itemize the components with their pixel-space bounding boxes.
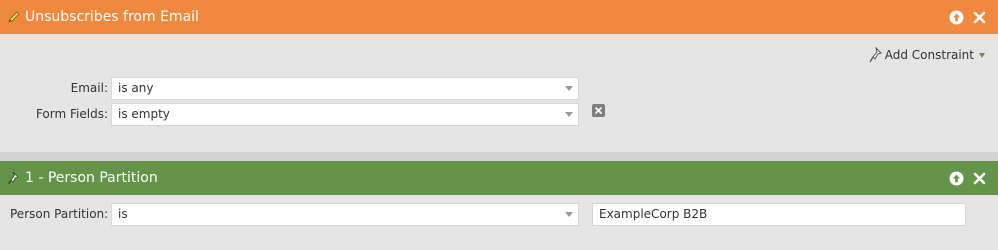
filter-title: Unsubscribes from Email <box>25 9 199 25</box>
person-partition-operator-select[interactable]: is <box>111 203 579 226</box>
close-icon[interactable] <box>971 9 987 25</box>
email-operator-value: is any <box>118 81 154 95</box>
chevron-down-icon <box>565 112 573 117</box>
filter-title: 1 - Person Partition <box>25 170 158 186</box>
email-operator-select[interactable]: is any <box>111 77 579 100</box>
remove-constraint-icon[interactable] <box>592 104 605 117</box>
person-partition-label: Person Partition: <box>10 207 109 221</box>
form-fields-operator-value: is empty <box>118 107 170 121</box>
person-partition-value-text: ExampleCorp B2B <box>599 207 708 221</box>
person-partition-operator-value: is <box>118 207 128 221</box>
filter-header-unsubscribes: Unsubscribes from Email <box>0 0 998 34</box>
person-partition-value-input[interactable]: ExampleCorp B2B <box>592 203 966 226</box>
pencil-icon <box>7 10 21 24</box>
add-constraint-button[interactable]: Add Constraint <box>869 47 985 63</box>
form-fields-operator-select[interactable]: is empty <box>111 103 579 126</box>
pin-icon <box>7 171 21 185</box>
move-up-icon[interactable] <box>948 170 964 186</box>
chevron-down-icon <box>979 52 985 58</box>
chevron-down-icon <box>565 86 573 91</box>
pin-icon <box>869 47 883 63</box>
filter-header-person-partition: 1 - Person Partition <box>0 161 998 195</box>
panel-divider <box>0 152 998 161</box>
close-icon[interactable] <box>971 170 987 186</box>
add-constraint-label: Add Constraint <box>884 48 974 62</box>
chevron-down-icon <box>565 212 573 217</box>
email-label: Email: <box>70 81 108 95</box>
form-fields-label: Form Fields: <box>35 107 108 121</box>
move-up-icon[interactable] <box>948 9 964 25</box>
